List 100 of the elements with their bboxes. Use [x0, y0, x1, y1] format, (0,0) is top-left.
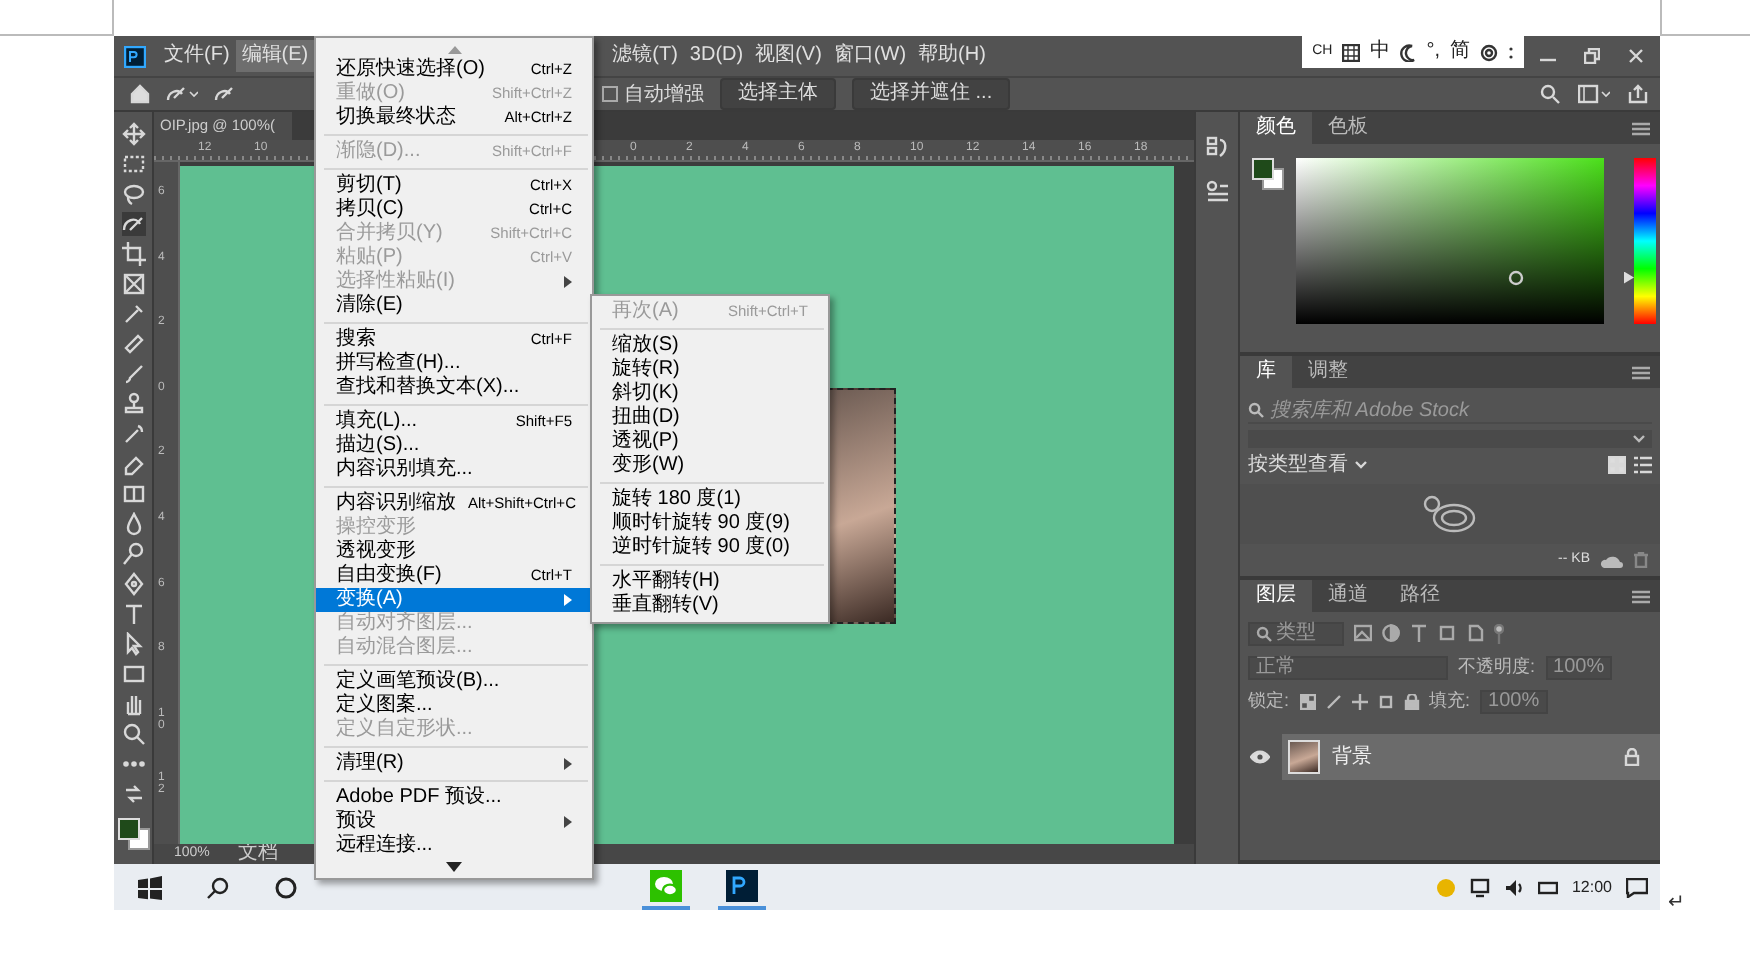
menu-item[interactable]: 变形(W) [592, 454, 828, 478]
eyedropper-icon[interactable] [121, 302, 145, 326]
menu-item[interactable]: 内容识别填充... [316, 458, 592, 482]
crop-icon[interactable] [121, 242, 145, 266]
slider-thumb[interactable] [1624, 271, 1634, 284]
panel-menu-icon[interactable] [1632, 121, 1650, 135]
input-mode-indicator[interactable]: 中 [1370, 40, 1391, 64]
panel-tab[interactable]: 路径 [1384, 580, 1456, 612]
list-view-icon[interactable] [1634, 456, 1652, 475]
image-filter-icon[interactable] [1354, 624, 1372, 642]
menu-item[interactable]: 顺时针旋转 90 度(9) [592, 512, 828, 536]
panel-tab[interactable]: 颜色 [1240, 112, 1312, 144]
search-icon[interactable] [206, 875, 230, 899]
lock-icon[interactable] [1403, 693, 1420, 709]
pen-icon[interactable] [121, 572, 145, 596]
grid-view-icon[interactable] [1608, 456, 1626, 475]
menu-item[interactable]: 斜切(K) [592, 382, 828, 406]
moon-icon[interactable] [1400, 43, 1417, 61]
artboard-lock-icon[interactable] [1377, 693, 1394, 709]
menu-item[interactable]: 水平翻转(H) [592, 570, 828, 594]
panel-tab[interactable]: 库 [1240, 356, 1292, 388]
menu-item[interactable]: 定义图案... [316, 694, 592, 718]
menu-item[interactable]: 透视变形 [316, 540, 592, 564]
more-icon[interactable] [1508, 43, 1514, 61]
arrow-cursor-icon[interactable] [121, 632, 145, 656]
option-button[interactable]: 选择主体 [720, 78, 836, 110]
chevron-icon[interactable] [1354, 460, 1368, 471]
menu-item[interactable]: 清除(E) [316, 294, 592, 318]
brush-plus-icon[interactable] [214, 84, 234, 104]
menu-item[interactable]: 远程连接... [316, 834, 592, 858]
circle-icon[interactable] [274, 875, 298, 899]
menu-item[interactable]: 描边(S)... [316, 434, 592, 458]
eraser-icon[interactable] [121, 452, 145, 476]
workspace-icon[interactable] [1578, 84, 1610, 104]
color-field[interactable] [1296, 158, 1604, 324]
picker-ring-icon[interactable] [1508, 270, 1524, 286]
zoom-icon[interactable] [121, 722, 145, 746]
windows-logo-icon[interactable] [138, 875, 162, 899]
app-logo-icon[interactable] [726, 869, 758, 901]
frame-icon[interactable] [121, 272, 145, 296]
rectangle-icon[interactable] [121, 662, 145, 686]
swap-icon[interactable] [121, 782, 145, 806]
panel-tab[interactable]: 通道 [1312, 580, 1384, 612]
eye-icon[interactable] [1250, 750, 1270, 764]
panel-tab[interactable]: 调整 [1292, 356, 1364, 388]
hue-slider[interactable] [1624, 158, 1656, 324]
share-icon[interactable] [1628, 84, 1648, 104]
shape-filter-icon[interactable] [1438, 624, 1456, 642]
panel-tab[interactable]: 图层 [1240, 580, 1312, 612]
view-dropdown[interactable]: 按类型查看 [1248, 453, 1348, 478]
option-button[interactable]: 选择并遮住 ... [852, 78, 1011, 110]
drop-icon[interactable] [121, 512, 145, 536]
color-swatches-drawing[interactable] [117, 818, 149, 850]
auto-enhance-checkbox[interactable]: 自动增强 [602, 79, 704, 109]
menu-item[interactable]: Adobe PDF 预设... [316, 786, 592, 810]
close-icon[interactable] [1628, 48, 1644, 64]
smart-object-filter-icon[interactable] [1466, 624, 1484, 642]
panel-menu-icon[interactable] [1632, 589, 1650, 603]
menu-item[interactable]: 查找和替换文本(X)... [316, 376, 592, 400]
gradient-icon[interactable] [121, 482, 145, 506]
history-icon[interactable] [1205, 136, 1229, 160]
grid-icon[interactable] [1342, 43, 1361, 61]
home-icon[interactable] [130, 84, 150, 104]
menu-item[interactable]: 定义画笔预设(B)... [316, 670, 592, 694]
quick-selection-icon[interactable] [121, 212, 145, 236]
panel-menu-icon[interactable] [1632, 365, 1650, 379]
search-field[interactable]: 搜索库和 Adobe Stock [1270, 398, 1630, 422]
menu-item[interactable]: 变换(A) [316, 588, 592, 612]
history-brush-icon[interactable] [121, 422, 145, 446]
keyboard-icon[interactable] [1537, 877, 1558, 897]
menu-item[interactable]: 旋转(R) [592, 358, 828, 382]
menu-item[interactable]: 清理(R) [316, 752, 592, 776]
checker-lock-icon[interactable] [1299, 693, 1316, 709]
network-icon[interactable] [1469, 877, 1490, 897]
menu-item[interactable]: 视图(V) [749, 40, 828, 72]
script-indicator[interactable]: 简 [1450, 40, 1470, 64]
move-lock-icon[interactable] [1351, 693, 1368, 709]
restore-icon[interactable] [1584, 48, 1600, 64]
lasso-icon[interactable] [121, 182, 145, 206]
quick-selection-icon[interactable] [166, 84, 198, 104]
type-icon[interactable] [121, 602, 145, 626]
clock-time[interactable]: 12:00 [1571, 875, 1612, 899]
menu-item[interactable]: 垂直翻转(V) [592, 594, 828, 618]
settings-icon[interactable] [1480, 43, 1498, 61]
brush-icon[interactable] [121, 362, 145, 386]
menu-item[interactable]: 帮助(H) [912, 40, 992, 72]
menu-item[interactable]: 扭曲(D) [592, 406, 828, 430]
menu-item[interactable]: 文件(F) [158, 40, 236, 72]
brush-lock-icon[interactable] [1325, 693, 1342, 709]
color-swatches-drawing[interactable] [1252, 158, 1284, 190]
type-filter-icon[interactable] [1410, 624, 1428, 642]
dodge-icon[interactable] [121, 542, 145, 566]
stamp-icon[interactable] [121, 392, 145, 416]
punctuation-indicator[interactable]: °, [1426, 40, 1440, 64]
layer-row[interactable]: 背景 [1282, 734, 1660, 780]
hand-icon[interactable] [121, 692, 145, 716]
bandage-icon[interactable] [121, 332, 145, 356]
menu-item[interactable]: 拼写检查(H)... [316, 352, 592, 376]
menu-item[interactable]: 3D(D) [683, 40, 750, 72]
volume-icon[interactable] [1503, 877, 1524, 897]
